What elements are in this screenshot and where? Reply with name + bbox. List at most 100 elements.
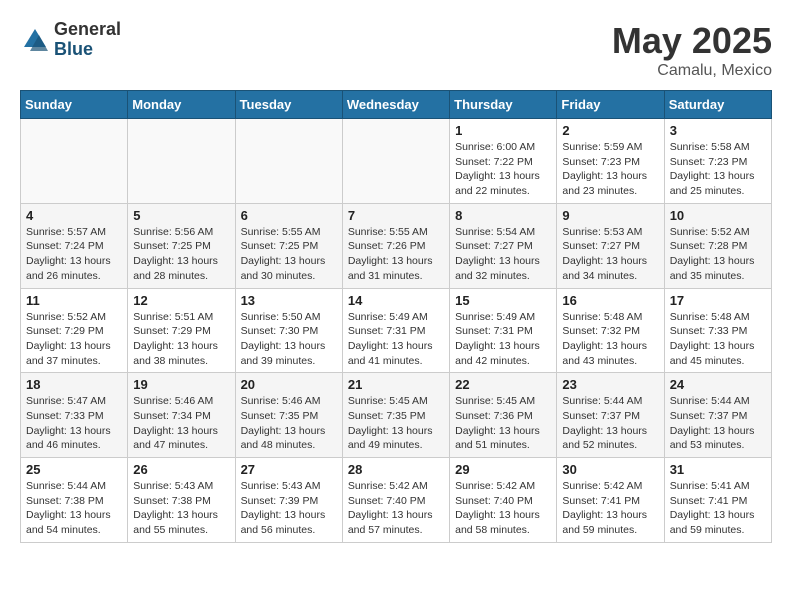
day-number: 29: [455, 462, 551, 477]
day-info: Sunrise: 5:44 AMSunset: 7:38 PMDaylight:…: [26, 479, 122, 538]
day-number: 1: [455, 123, 551, 138]
day-info: Sunrise: 5:42 AMSunset: 7:40 PMDaylight:…: [348, 479, 444, 538]
calendar-cell: 13Sunrise: 5:50 AMSunset: 7:30 PMDayligh…: [235, 288, 342, 373]
day-info: Sunrise: 5:55 AMSunset: 7:25 PMDaylight:…: [241, 225, 337, 284]
weekday-header-saturday: Saturday: [664, 91, 771, 119]
calendar-cell: 20Sunrise: 5:46 AMSunset: 7:35 PMDayligh…: [235, 373, 342, 458]
calendar-cell: 12 Sunrise: 5:51 AMSunset: 7:29 PMDayligh…: [128, 288, 235, 373]
month-year-title: May 2025: [612, 20, 772, 62]
logo-blue-text: Blue: [54, 40, 121, 60]
day-number: 20: [241, 377, 337, 392]
calendar-week-5: 25 Sunrise: 5:44 AMSunset: 7:38 PMDayligh…: [21, 458, 772, 543]
calendar-week-3: 11 Sunrise: 5:52 AMSunset: 7:29 PMDayligh…: [21, 288, 772, 373]
day-number: 10: [670, 208, 766, 223]
logo: General Blue: [20, 20, 121, 60]
day-number: 6: [241, 208, 337, 223]
day-info: Sunrise: 5:53 AMSunset: 7:27 PMDaylight:…: [562, 225, 658, 284]
day-info: Sunrise: 5:51 AMSunset: 7:29 PMDaylight:…: [133, 310, 229, 369]
day-number: 30: [562, 462, 658, 477]
day-number: 3: [670, 123, 766, 138]
day-number: 27: [241, 462, 337, 477]
day-number: 18: [26, 377, 122, 392]
day-number: 23: [562, 377, 658, 392]
weekday-header-wednesday: Wednesday: [342, 91, 449, 119]
weekday-header-tuesday: Tuesday: [235, 91, 342, 119]
title-block: May 2025 Camalu, Mexico: [612, 20, 772, 80]
calendar-cell: 22 Sunrise: 5:45 AMSunset: 7:36 PMDayligh…: [450, 373, 557, 458]
day-info: Sunrise: 5:45 AMSunset: 7:35 PMDaylight:…: [348, 394, 444, 453]
calendar-cell: 26 Sunrise: 5:43 AMSunset: 7:38 PMDayligh…: [128, 458, 235, 543]
day-info: Sunrise: 5:41 AMSunset: 7:41 PMDaylight:…: [670, 479, 766, 538]
day-info: Sunrise: 5:59 AMSunset: 7:23 PMDaylight:…: [562, 140, 658, 199]
calendar-cell: 28 Sunrise: 5:42 AMSunset: 7:40 PMDayligh…: [342, 458, 449, 543]
day-info: Sunrise: 5:44 AMSunset: 7:37 PMDaylight:…: [670, 394, 766, 453]
day-info: Sunrise: 5:43 AMSunset: 7:39 PMDaylight:…: [241, 479, 337, 538]
calendar-cell: 3 Sunrise: 5:58 AMSunset: 7:23 PMDaylight…: [664, 119, 771, 204]
calendar-cell: 31 Sunrise: 5:41 AMSunset: 7:41 PMDayligh…: [664, 458, 771, 543]
day-number: 25: [26, 462, 122, 477]
calendar-cell: 9Sunrise: 5:53 AMSunset: 7:27 PMDaylight…: [557, 203, 664, 288]
day-info: Sunrise: 5:48 AMSunset: 7:33 PMDaylight:…: [670, 310, 766, 369]
day-number: 7: [348, 208, 444, 223]
calendar-cell: 17 Sunrise: 5:48 AMSunset: 7:33 PMDayligh…: [664, 288, 771, 373]
day-number: 31: [670, 462, 766, 477]
calendar-cell: [342, 119, 449, 204]
calendar-cell: 7 Sunrise: 5:55 AMSunset: 7:26 PMDaylight…: [342, 203, 449, 288]
calendar-cell: 19Sunrise: 5:46 AMSunset: 7:34 PMDayligh…: [128, 373, 235, 458]
day-number: 26: [133, 462, 229, 477]
day-info: Sunrise: 5:52 AMSunset: 7:29 PMDaylight:…: [26, 310, 122, 369]
location-subtitle: Camalu, Mexico: [612, 62, 772, 80]
calendar-cell: 10 Sunrise: 5:52 AMSunset: 7:28 PMDayligh…: [664, 203, 771, 288]
weekday-header-row: SundayMondayTuesdayWednesdayThursdayFrid…: [21, 91, 772, 119]
calendar-cell: 8Sunrise: 5:54 AMSunset: 7:27 PMDaylight…: [450, 203, 557, 288]
day-number: 4: [26, 208, 122, 223]
day-info: Sunrise: 5:44 AMSunset: 7:37 PMDaylight:…: [562, 394, 658, 453]
day-info: Sunrise: 5:58 AMSunset: 7:23 PMDaylight:…: [670, 140, 766, 199]
weekday-header-sunday: Sunday: [21, 91, 128, 119]
calendar-cell: 5 Sunrise: 5:56 AMSunset: 7:25 PMDaylight…: [128, 203, 235, 288]
calendar-week-2: 4 Sunrise: 5:57 AMSunset: 7:24 PMDaylight…: [21, 203, 772, 288]
calendar-cell: 23 Sunrise: 5:44 AMSunset: 7:37 PMDayligh…: [557, 373, 664, 458]
day-info: Sunrise: 5:49 AMSunset: 7:31 PMDaylight:…: [348, 310, 444, 369]
calendar-cell: 18 Sunrise: 5:47 AMSunset: 7:33 PMDayligh…: [21, 373, 128, 458]
day-info: Sunrise: 5:50 AMSunset: 7:30 PMDaylight:…: [241, 310, 337, 369]
calendar-cell: 4 Sunrise: 5:57 AMSunset: 7:24 PMDaylight…: [21, 203, 128, 288]
day-info: Sunrise: 5:57 AMSunset: 7:24 PMDaylight:…: [26, 225, 122, 284]
day-number: 11: [26, 293, 122, 308]
calendar-week-4: 18 Sunrise: 5:47 AMSunset: 7:33 PMDayligh…: [21, 373, 772, 458]
logo-icon: [20, 25, 50, 55]
day-number: 24: [670, 377, 766, 392]
calendar-cell: 11 Sunrise: 5:52 AMSunset: 7:29 PMDayligh…: [21, 288, 128, 373]
weekday-header-friday: Friday: [557, 91, 664, 119]
day-info: Sunrise: 5:45 AMSunset: 7:36 PMDaylight:…: [455, 394, 551, 453]
day-number: 21: [348, 377, 444, 392]
day-info: Sunrise: 5:55 AMSunset: 7:26 PMDaylight:…: [348, 225, 444, 284]
weekday-header-monday: Monday: [128, 91, 235, 119]
calendar-cell: 30 Sunrise: 5:42 AMSunset: 7:41 PMDayligh…: [557, 458, 664, 543]
weekday-header-thursday: Thursday: [450, 91, 557, 119]
day-number: 22: [455, 377, 551, 392]
calendar-cell: 15Sunrise: 5:49 AMSunset: 7:31 PMDayligh…: [450, 288, 557, 373]
day-number: 17: [670, 293, 766, 308]
calendar-cell: [128, 119, 235, 204]
calendar-cell: 1Sunrise: 6:00 AMSunset: 7:22 PMDaylight…: [450, 119, 557, 204]
day-number: 2: [562, 123, 658, 138]
day-number: 28: [348, 462, 444, 477]
day-number: 5: [133, 208, 229, 223]
day-number: 15: [455, 293, 551, 308]
day-info: Sunrise: 5:54 AMSunset: 7:27 PMDaylight:…: [455, 225, 551, 284]
day-info: Sunrise: 5:42 AMSunset: 7:41 PMDaylight:…: [562, 479, 658, 538]
calendar-cell: [21, 119, 128, 204]
page-header: General Blue May 2025 Camalu, Mexico: [20, 20, 772, 80]
day-info: Sunrise: 5:56 AMSunset: 7:25 PMDaylight:…: [133, 225, 229, 284]
calendar-cell: 6 Sunrise: 5:55 AMSunset: 7:25 PMDaylight…: [235, 203, 342, 288]
calendar-cell: 27 Sunrise: 5:43 AMSunset: 7:39 PMDayligh…: [235, 458, 342, 543]
day-info: Sunrise: 5:47 AMSunset: 7:33 PMDaylight:…: [26, 394, 122, 453]
day-number: 12: [133, 293, 229, 308]
day-info: Sunrise: 5:52 AMSunset: 7:28 PMDaylight:…: [670, 225, 766, 284]
day-info: Sunrise: 5:43 AMSunset: 7:38 PMDaylight:…: [133, 479, 229, 538]
calendar-table: SundayMondayTuesdayWednesdayThursdayFrid…: [20, 90, 772, 543]
day-number: 14: [348, 293, 444, 308]
calendar-cell: 21 Sunrise: 5:45 AMSunset: 7:35 PMDayligh…: [342, 373, 449, 458]
calendar-cell: 24 Sunrise: 5:44 AMSunset: 7:37 PMDayligh…: [664, 373, 771, 458]
